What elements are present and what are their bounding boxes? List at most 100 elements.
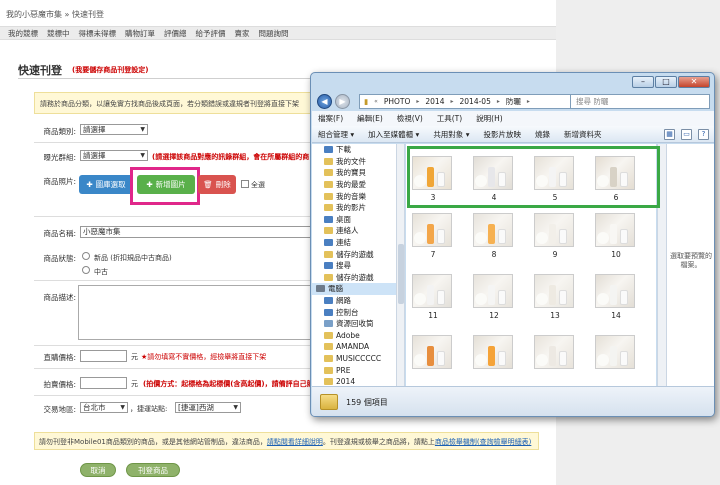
save-settings-link[interactable]: (我要儲存商品刊登設定) <box>72 65 148 75</box>
account-tab[interactable]: 問題詢問 <box>259 28 289 39</box>
nav-item[interactable]: MUSICCCCC <box>312 353 396 365</box>
nav-item[interactable]: AMANDA <box>312 341 396 353</box>
toolbar-button[interactable]: 組合管理 ▾ <box>318 129 354 140</box>
account-tab[interactable]: 賣家 <box>235 28 250 39</box>
price-input[interactable] <box>80 350 127 362</box>
report-detail-link[interactable]: (查詢檢舉明細表) <box>477 438 531 446</box>
folder-icon <box>324 297 333 305</box>
path-segment[interactable]: 2014 <box>425 97 444 106</box>
toolbar-button[interactable]: 投影片放映 <box>483 129 521 140</box>
nav-item[interactable]: PRE <box>312 364 396 376</box>
path-segment[interactable]: PHOTO <box>384 97 411 106</box>
toolbar-button[interactable]: 共用對象 ▾ <box>433 129 469 140</box>
nav-item[interactable]: 我的影片 <box>312 202 396 214</box>
photo-thumbnail[interactable]: 13 <box>530 270 580 326</box>
nav-item[interactable]: 搜尋 <box>312 260 396 272</box>
photo-thumbnail[interactable]: 10 <box>591 209 641 265</box>
nav-item-label: 我的影片 <box>336 203 366 213</box>
product-name-input[interactable]: 小惡魔市集 <box>80 226 314 238</box>
photo-preview <box>473 335 513 369</box>
photo-thumbnail[interactable]: 12 <box>469 270 519 326</box>
description-textarea[interactable] <box>78 285 314 340</box>
delete-image-button[interactable]: 🗑 刪除 <box>198 175 236 194</box>
view-icon[interactable]: ▦ <box>664 128 675 140</box>
preview-pane-icon[interactable]: ▭ <box>681 128 692 140</box>
gallery-select-button[interactable]: ✚ 圖庫選取 <box>79 175 133 194</box>
nav-item[interactable]: 儲存的遊戲 <box>312 272 396 284</box>
minimize-button[interactable]: – <box>632 76 654 88</box>
toolbar-button[interactable]: 新增資料夾 <box>564 129 602 140</box>
account-tab[interactable]: 評價總 <box>164 28 187 39</box>
account-tab[interactable]: 得標未得標 <box>79 28 117 39</box>
chevron-right-icon[interactable]: ▸ <box>527 98 530 105</box>
select-all-checkbox[interactable] <box>241 180 249 188</box>
menu-item[interactable]: 工具(T) <box>437 113 462 124</box>
chevron-right-icon[interactable]: ▸ <box>450 98 453 105</box>
menu-item[interactable]: 檔案(F) <box>318 113 343 124</box>
bid-price-input[interactable] <box>80 377 127 389</box>
nav-item[interactable]: 電腦 <box>312 283 396 295</box>
group-select[interactable]: 請選擇 ▼ <box>80 150 148 161</box>
menu-item[interactable]: 檢視(V) <box>397 113 423 124</box>
nav-scrollbar[interactable] <box>397 144 405 386</box>
navigation-pane[interactable]: 下載 我的文件 我的寶貝 我的最愛 我的音樂 我的影片 桌面 連絡人 連結 儲存的遊戲 搜尋 儲存的遊… <box>312 144 397 386</box>
photo-thumbnail[interactable]: 14 <box>591 270 641 326</box>
menu-item[interactable]: 編輯(E) <box>357 113 383 124</box>
condition-used-radio[interactable] <box>82 266 90 274</box>
address-bar[interactable]: ▮ « PHOTO ▸ 2014 ▸ 2014-05 ▸ 防曬 ▸ <box>359 94 599 109</box>
nav-item[interactable]: 我的文件 <box>312 156 396 168</box>
city-select[interactable]: 台北市 ▼ <box>80 402 128 413</box>
nav-item[interactable]: 連絡人 <box>312 225 396 237</box>
nav-item[interactable]: 我的最愛 <box>312 179 396 191</box>
photo-thumbnail[interactable] <box>469 331 519 386</box>
account-tab[interactable]: 給予評價 <box>196 28 226 39</box>
photo-thumbnail[interactable]: 11 <box>408 270 458 326</box>
path-segment[interactable]: 防曬 <box>506 96 521 107</box>
nav-item[interactable]: 網路 <box>312 295 396 307</box>
photo-thumbnail[interactable]: 7 <box>408 209 458 265</box>
chevron-right-icon[interactable]: ▸ <box>416 98 419 105</box>
category-select[interactable]: 請選擇 ▼ <box>80 124 148 135</box>
photo-thumbnail[interactable]: 8 <box>469 209 519 265</box>
nav-item[interactable]: 桌面 <box>312 214 396 226</box>
toolbar-button[interactable]: 燒錄 <box>535 129 550 140</box>
maximize-button[interactable]: □ <box>655 76 677 88</box>
back-button[interactable]: ◀ <box>317 94 332 109</box>
nav-item[interactable]: 控制台 <box>312 306 396 318</box>
photo-thumbnail[interactable] <box>530 331 580 386</box>
nav-item[interactable]: 儲存的遊戲 <box>312 248 396 260</box>
photo-thumbnail[interactable] <box>408 331 458 386</box>
account-tab[interactable]: 競標中 <box>47 28 70 39</box>
nav-item-label: 網路 <box>336 296 351 306</box>
forward-button[interactable]: ▶ <box>335 94 350 109</box>
account-tab[interactable]: 我的競標 <box>8 28 38 39</box>
nav-item-label: 我的最愛 <box>336 180 366 190</box>
help-icon[interactable]: ? <box>698 128 709 140</box>
report-mechanism-link[interactable]: 商品檢舉機制 <box>435 438 477 446</box>
search-input[interactable]: 搜尋 防曬 <box>570 94 710 109</box>
select-all-label: 全選 <box>251 181 265 189</box>
account-tab[interactable]: 購物訂單 <box>125 28 155 39</box>
selected-photos-highlight <box>407 146 660 208</box>
nav-item[interactable]: 連結 <box>312 237 396 249</box>
file-explorer-window[interactable]: – □ ✕ ◀ ▶ ▮ « PHOTO ▸ 2014 ▸ 2014-05 ▸ 防曬 ▸ 搜尋 … <box>310 72 715 417</box>
condition-new-radio[interactable] <box>82 252 90 260</box>
nav-item[interactable]: Adobe <box>312 330 396 342</box>
nav-item[interactable]: 資源回收筒 <box>312 318 396 330</box>
nav-item[interactable]: 我的寶貝 <box>312 167 396 179</box>
nav-item[interactable]: 2014 <box>312 376 396 386</box>
toolbar-button[interactable]: 加入至媒體櫃 ▾ <box>368 129 419 140</box>
photo-thumbnail[interactable]: 9 <box>530 209 580 265</box>
station-select[interactable]: [捷運]西湖 ▼ <box>175 402 241 413</box>
path-segment[interactable]: 2014-05 <box>460 97 491 106</box>
rules-detail-link[interactable]: 請點閱看詳細說明 <box>267 438 323 446</box>
submit-listing-button[interactable]: 刊登商品 <box>126 463 180 477</box>
chevron-right-icon[interactable]: ▸ <box>497 98 500 105</box>
menu-item[interactable]: 說明(H) <box>476 113 503 124</box>
scrollbar-thumb[interactable] <box>398 244 404 304</box>
nav-item[interactable]: 下載 <box>312 144 396 156</box>
photo-thumbnail[interactable] <box>591 331 641 386</box>
close-button[interactable]: ✕ <box>678 76 710 88</box>
nav-item[interactable]: 我的音樂 <box>312 190 396 202</box>
cancel-button[interactable]: 取消 <box>80 463 116 477</box>
